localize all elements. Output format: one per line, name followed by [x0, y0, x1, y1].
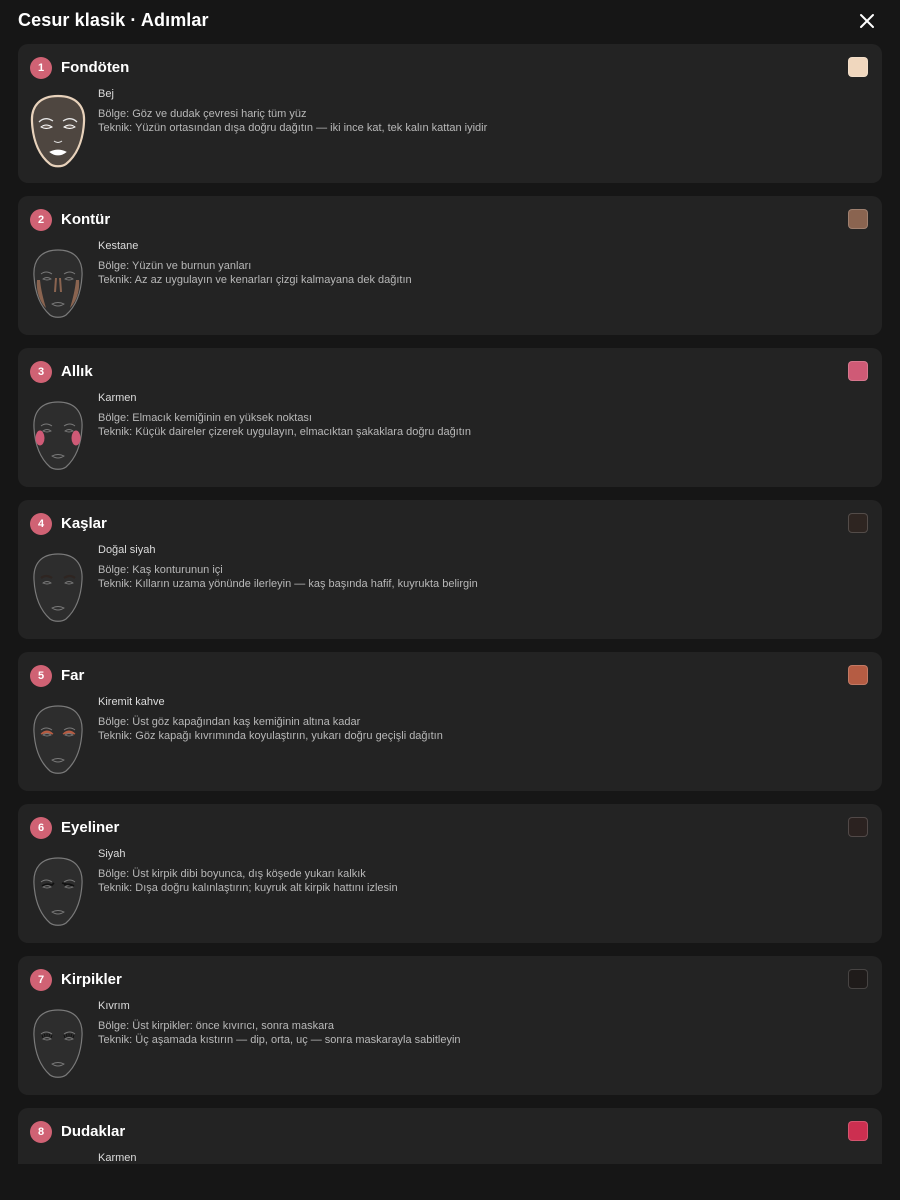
step-number: 3 — [30, 361, 52, 383]
technique-text: Teknik: Üç aşamada kıstırın — dip, orta,… — [98, 1034, 461, 1046]
step-number: 2 — [30, 209, 52, 231]
zone-text: Bölge: Üst kirpik dibi boyunca, dış köşe… — [98, 868, 366, 880]
technique-text: Teknik: Dışa doğru kalınlaştırın; kuyruk… — [98, 882, 398, 894]
zone-text: Bölge: Kaş konturunun içi — [98, 564, 223, 576]
step-card-lashes[interactable]: 7 Kirpikler Kıvrım Bölge: Üst kirpikler:… — [18, 956, 882, 1095]
shade-name: Kıvrım — [98, 1000, 130, 1012]
technique-text: Teknik: Az az uygulayın ve kenarları çiz… — [98, 274, 412, 286]
steps-list[interactable]: 1 Fondöten Bej Bölge: Göz ve dudak çevre… — [0, 44, 900, 1164]
step-number: 8 — [30, 1121, 52, 1143]
face-diagram-icon — [30, 94, 86, 168]
color-swatch — [848, 209, 868, 229]
color-swatch — [848, 361, 868, 381]
step-card-blush[interactable]: 3 Allık Karmen Bölge: Elmacık kemiğinin … — [18, 348, 882, 487]
zone-text: Bölge: Elmacık kemiğinin en yüksek nokta… — [98, 412, 312, 424]
shade-name: Karmen — [98, 1152, 137, 1164]
zone-text: Bölge: Göz ve dudak çevresi hariç tüm yü… — [98, 108, 307, 120]
step-title: Kaşlar — [61, 515, 107, 532]
technique-text: Teknik: Kılların uzama yönünde ilerleyin… — [98, 578, 478, 590]
bottom-bar — [0, 1164, 900, 1200]
step-card-contour[interactable]: 2 Kontür Kestane Bölge: Yüzün ve burnun … — [18, 196, 882, 335]
shade-name: Karmen — [98, 392, 137, 404]
step-title: Dudaklar — [61, 1123, 126, 1140]
step-title: Fondöten — [61, 59, 130, 76]
face-diagram-icon — [33, 1009, 83, 1078]
face-diagram-icon — [33, 249, 83, 318]
step-number: 1 — [30, 57, 52, 79]
color-swatch — [848, 969, 868, 989]
face-diagram-icon — [33, 857, 83, 926]
step-number: 4 — [30, 513, 52, 535]
color-swatch — [848, 1121, 868, 1141]
step-title: Far — [61, 667, 85, 684]
header: Cesur klasik · Adımlar — [0, 0, 900, 44]
step-card-brows[interactable]: 4 Kaşlar Doğal siyah Bölge: Kaş konturun… — [18, 500, 882, 639]
page-title: Cesur klasik · Adımlar — [18, 10, 209, 30]
step-number: 7 — [30, 969, 52, 991]
zone-text: Bölge: Üst kirpikler: önce kıvırıcı, son… — [98, 1020, 334, 1032]
face-diagram-icon — [33, 401, 83, 470]
technique-text: Teknik: Küçük daireler çizerek uygulayın… — [98, 426, 471, 438]
step-title: Allık — [61, 363, 93, 380]
step-title: Eyeliner — [61, 819, 120, 836]
zone-text: Bölge: Yüzün ve burnun yanları — [98, 260, 252, 272]
shade-name: Siyah — [98, 848, 126, 860]
shade-name: Bej — [98, 88, 114, 100]
color-swatch — [848, 665, 868, 685]
technique-text: Teknik: Göz kapağı kıvrımında koyulaştır… — [98, 730, 443, 742]
step-number: 5 — [30, 665, 52, 687]
shade-name: Kestane — [98, 240, 139, 252]
step-card-lips[interactable]: 8 Dudaklar Karmen — [18, 1108, 882, 1164]
step-card-foundation[interactable]: 1 Fondöten Bej Bölge: Göz ve dudak çevre… — [18, 44, 882, 183]
face-diagram-icon — [33, 553, 83, 622]
shade-name: Kiremit kahve — [98, 696, 165, 708]
step-card-eyeshadow[interactable]: 5 Far Kiremit kahve Bölge: Üst göz kapağ… — [18, 652, 882, 791]
shade-name: Doğal siyah — [98, 544, 156, 556]
step-number: 6 — [30, 817, 52, 839]
step-title: Kontür — [61, 211, 111, 228]
color-swatch — [848, 513, 868, 533]
step-title: Kirpikler — [61, 971, 122, 988]
color-swatch — [848, 817, 868, 837]
close-button[interactable] — [856, 10, 878, 32]
face-diagram-icon — [33, 705, 83, 774]
close-icon — [860, 14, 874, 28]
color-swatch — [848, 57, 868, 77]
zone-text: Bölge: Üst göz kapağından kaş kemiğinin … — [98, 716, 361, 728]
technique-text: Teknik: Yüzün ortasından dışa doğru dağı… — [98, 122, 488, 134]
step-card-eyeliner[interactable]: 6 Eyeliner Siyah Bölge: Üst kirpik dibi … — [18, 804, 882, 943]
